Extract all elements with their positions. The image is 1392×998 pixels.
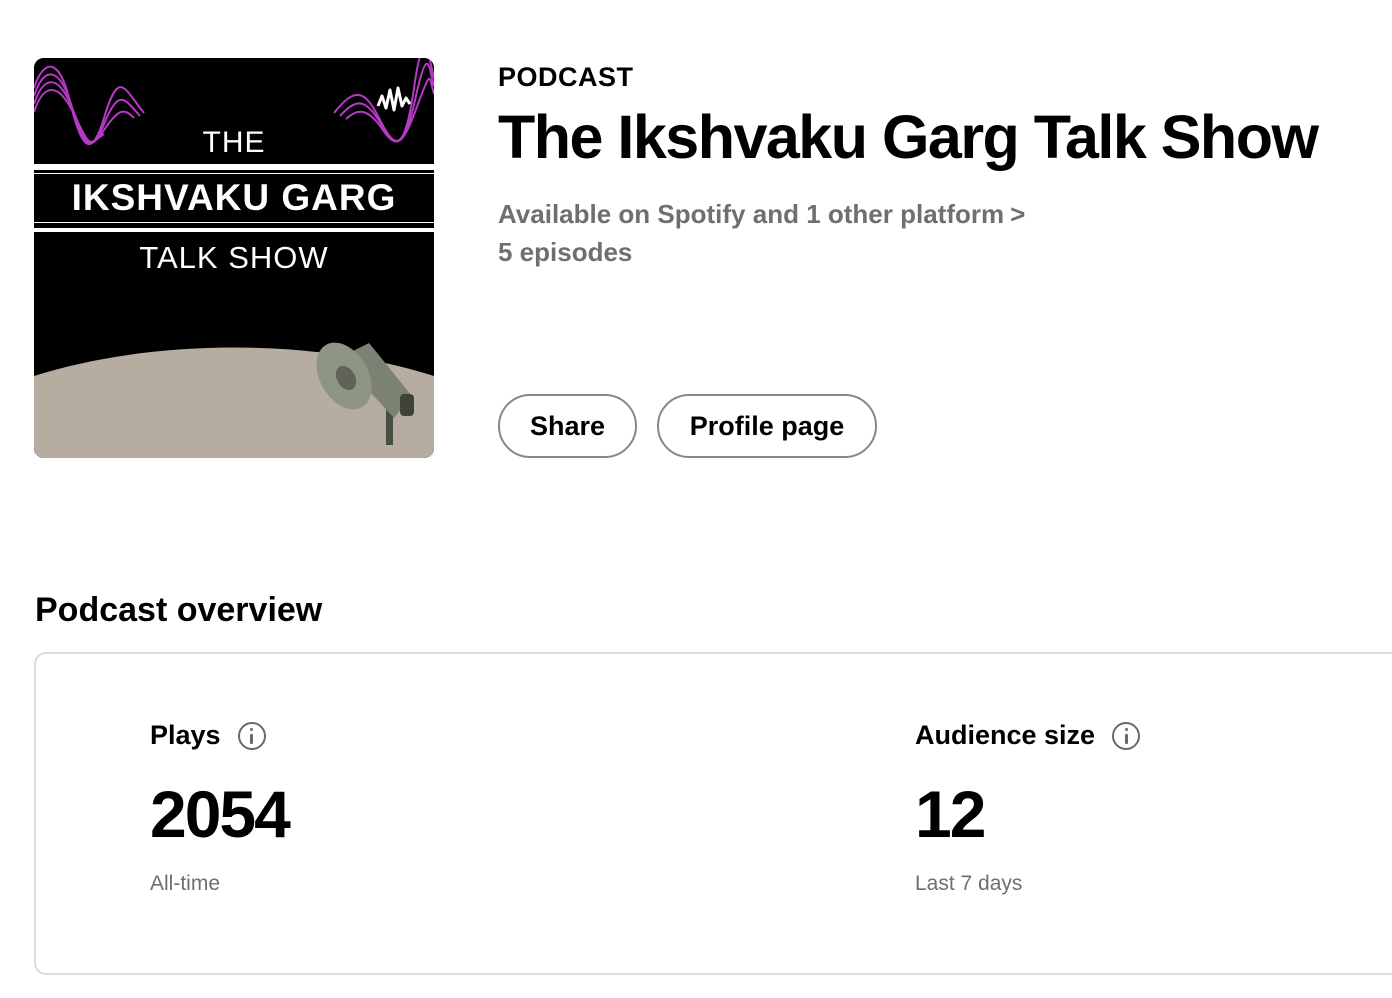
plays-label: Plays xyxy=(150,720,221,750)
share-button[interactable]: Share xyxy=(498,394,637,458)
plays-label-row: Plays xyxy=(150,720,266,751)
profile-page-button[interactable]: Profile page xyxy=(657,394,877,458)
overview-card: Plays 2054 All-time Audience size 12 Las… xyxy=(34,652,1392,975)
availability-link[interactable]: Available on Spotify and 1 other platfor… xyxy=(498,199,1025,230)
audience-size-label: Audience size xyxy=(915,720,1096,750)
audience-label-row: Audience size xyxy=(915,720,1141,751)
audience-size-value: 12 xyxy=(915,777,986,851)
cover-text-the: THE xyxy=(202,126,266,159)
info-icon[interactable] xyxy=(1112,721,1141,750)
plays-period: All-time xyxy=(150,872,221,895)
cover-text-name: IKSHVAKU GARG xyxy=(34,174,434,222)
plays-value: 2054 xyxy=(150,777,291,851)
audience-size-period: Last 7 days xyxy=(915,872,1023,895)
podcast-dashboard: THE IKSHVAKU GARG TALK SHOW PODCAST The … xyxy=(0,0,1392,998)
info-icon[interactable] xyxy=(237,721,266,750)
episode-count: 5 episodes xyxy=(498,237,633,267)
podcast-title: The Ikshvaku Garg Talk Show xyxy=(498,103,1319,171)
chevron-right-icon: > xyxy=(1010,199,1026,229)
cover-text-talk-show: TALK SHOW xyxy=(139,240,329,275)
content-type-label: PODCAST xyxy=(498,62,634,92)
availability-text: Available on Spotify and 1 other platfor… xyxy=(498,199,1005,229)
overview-heading: Podcast overview xyxy=(35,591,323,629)
podcast-cover-art: THE IKSHVAKU GARG TALK SHOW xyxy=(34,58,434,458)
